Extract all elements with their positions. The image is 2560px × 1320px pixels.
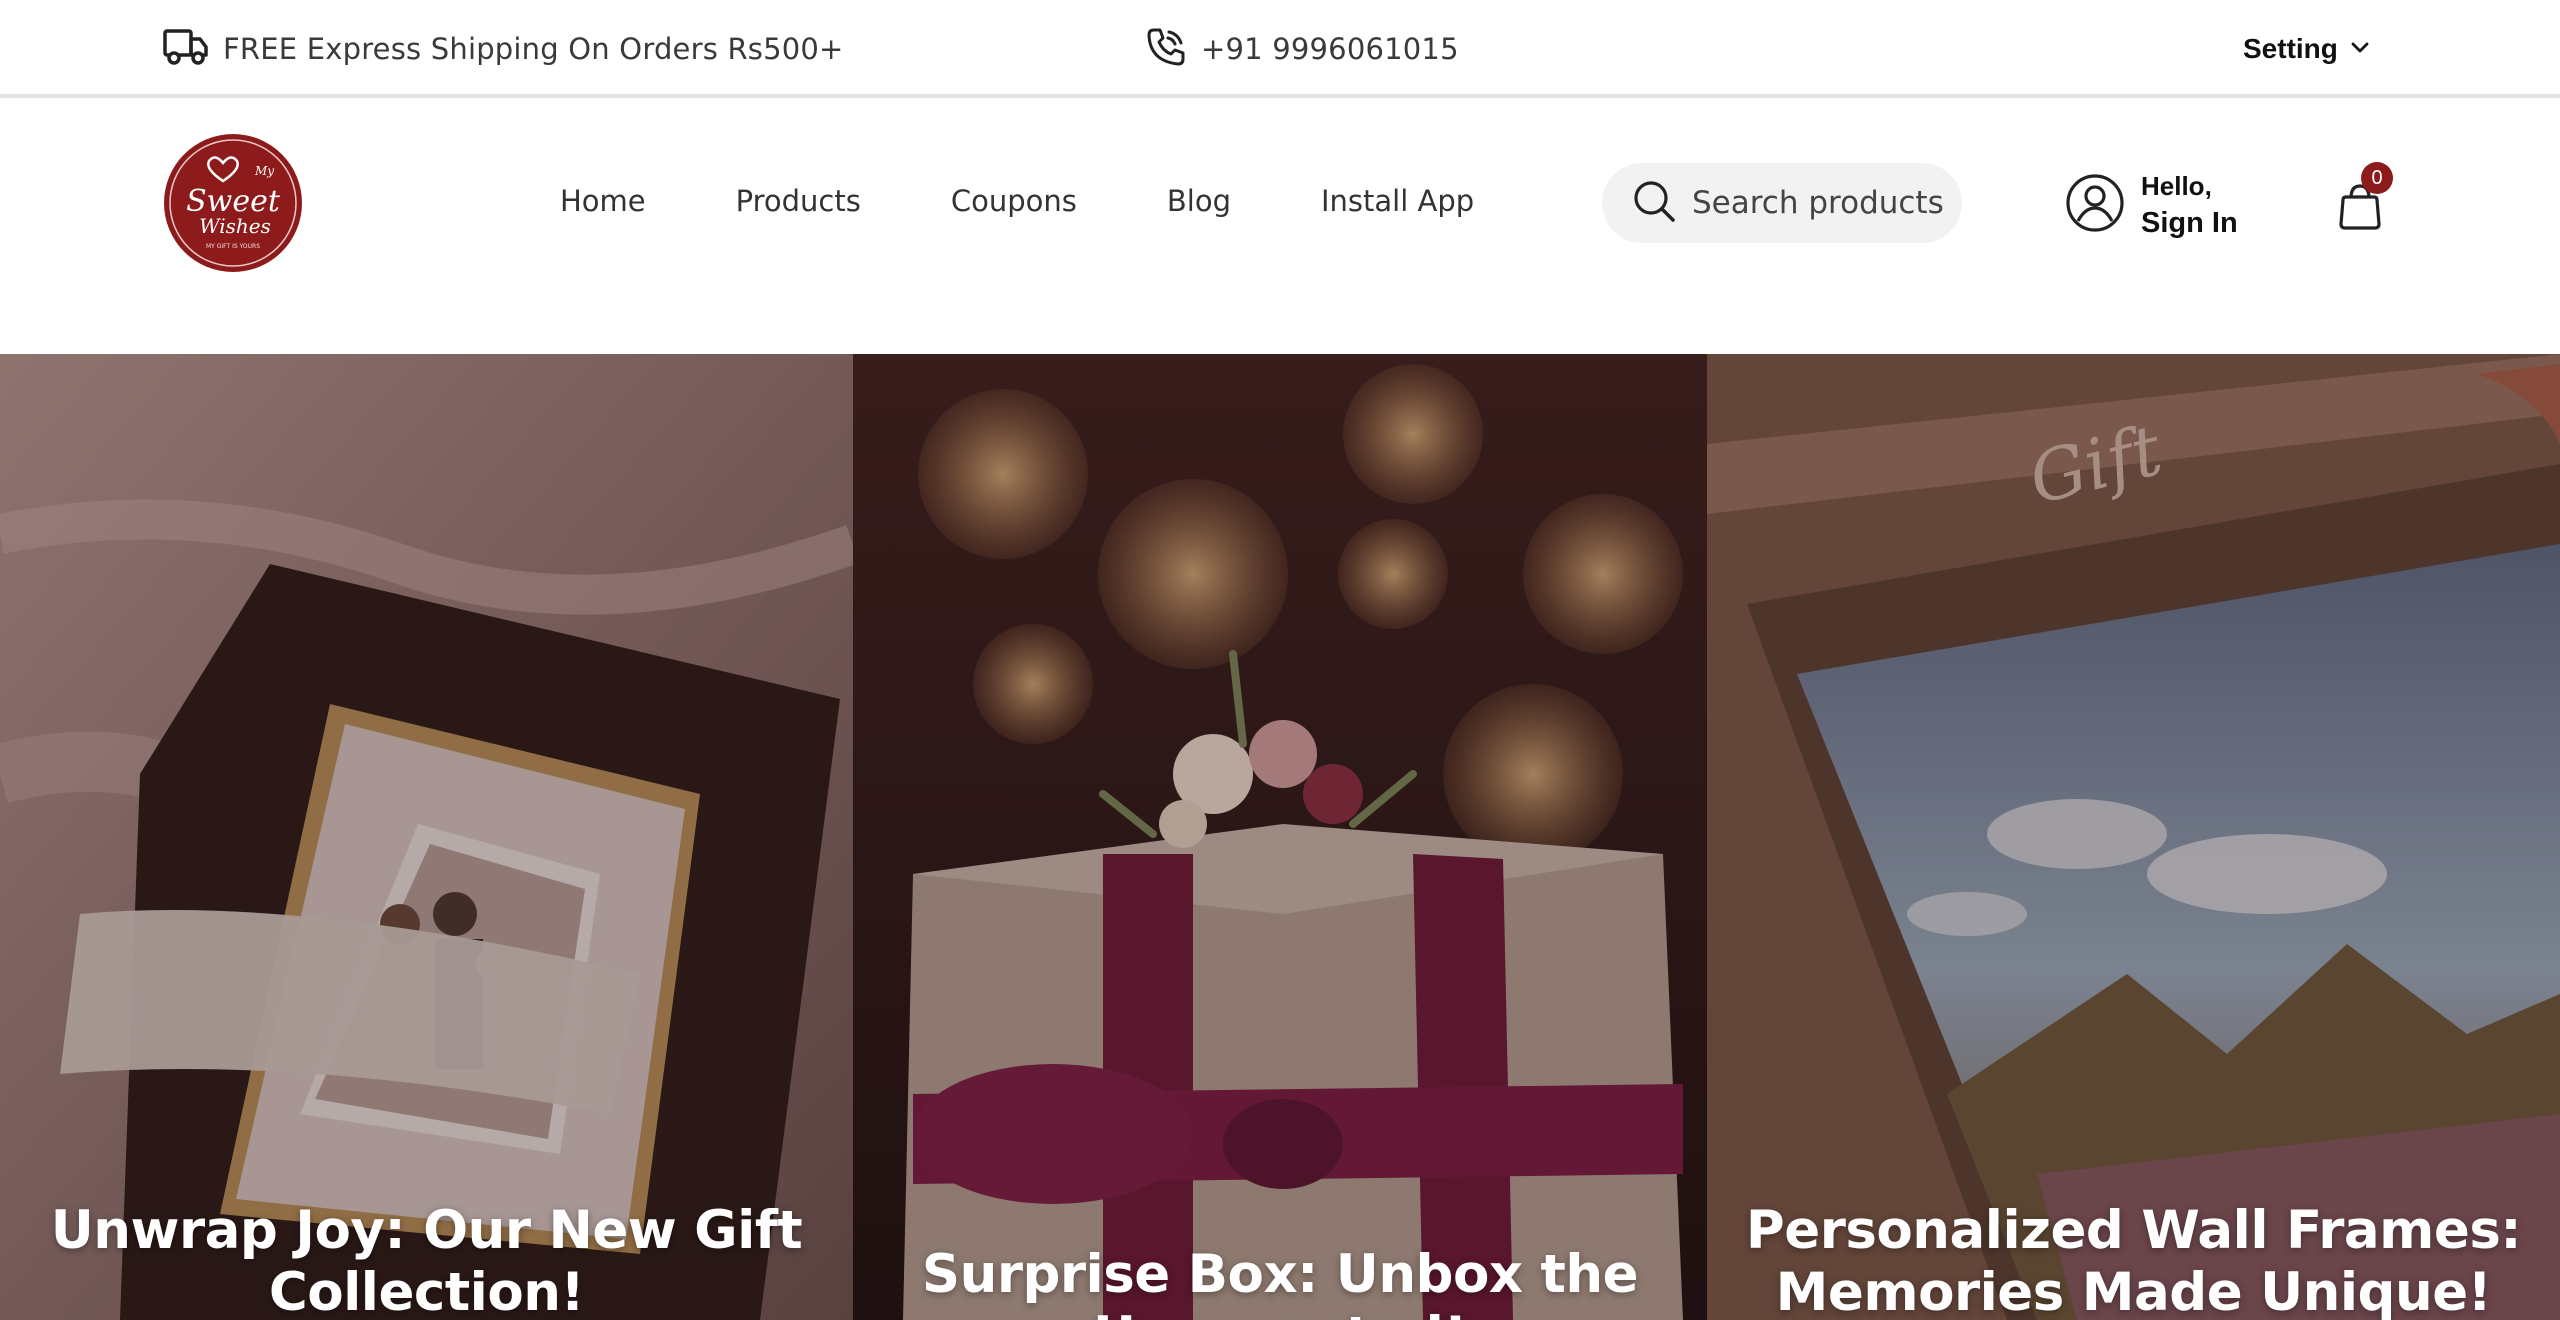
hero-slider: Unwrap Joy: Our New Gift Collection! Sur…	[0, 354, 2560, 1320]
chevron-down-icon	[2338, 40, 2370, 59]
main-header: My Sweet Wishes MY GIFT IS YOURS Home Pr…	[0, 98, 2560, 354]
svg-text:My: My	[254, 164, 274, 178]
phone-icon	[1145, 26, 1187, 72]
hero-slide-gift-collection[interactable]: Unwrap Joy: Our New Gift Collection!	[0, 354, 853, 1320]
setting-label: Setting	[2243, 33, 2338, 64]
svg-text:MY GIFT IS YOURS: MY GIFT IS YOURS	[206, 243, 260, 250]
top-bar: FREE Express Shipping On Orders Rs500+ +…	[0, 0, 2560, 98]
brand-logo[interactable]: My Sweet Wishes MY GIFT IS YOURS	[163, 133, 303, 273]
shipping-text: FREE Express Shipping On Orders Rs500+	[223, 32, 844, 66]
cart-count-badge: 0	[2361, 162, 2393, 194]
search-box[interactable]	[1602, 163, 1962, 243]
shipping-notice: FREE Express Shipping On Orders Rs500+	[163, 28, 844, 70]
nav-products[interactable]: Products	[736, 184, 861, 218]
hero-slide-title[interactable]: Surprise Box: Unbox the Unexpected!	[853, 1244, 1707, 1320]
hero-slide-title[interactable]: Personalized Wall Frames: Memories Made …	[1707, 1200, 2560, 1320]
user-icon	[2065, 173, 2125, 237]
hero-slide-title[interactable]: Unwrap Joy: Our New Gift Collection!	[0, 1200, 853, 1320]
phone-number[interactable]: +91 9996061015	[1201, 32, 1459, 66]
phone-contact[interactable]: +91 9996061015	[1145, 28, 1459, 70]
hero-slide-surprise-box[interactable]: Surprise Box: Unbox the Unexpected!	[853, 354, 1707, 1320]
cart-button[interactable]: 0	[2336, 162, 2396, 234]
search-icon[interactable]	[1602, 179, 1676, 227]
truck-icon	[163, 27, 209, 71]
sign-in-link[interactable]: Sign In	[2141, 204, 2238, 242]
nav-coupons[interactable]: Coupons	[951, 184, 1077, 218]
svg-text:Wishes: Wishes	[199, 214, 271, 238]
nav-blog[interactable]: Blog	[1167, 184, 1231, 218]
shopping-bag-icon	[2336, 184, 2384, 238]
hero-slide-wall-frames[interactable]: Gift Personalized Wall Frames: Memories …	[1707, 354, 2560, 1320]
nav-install-app[interactable]: Install App	[1321, 184, 1474, 218]
search-input[interactable]	[1690, 184, 1954, 222]
account-link[interactable]: Hello, Sign In	[2065, 168, 2238, 242]
main-nav: Home Products Coupons Blog Install App	[560, 184, 1564, 218]
nav-home[interactable]: Home	[560, 184, 646, 218]
setting-dropdown[interactable]: Setting	[2243, 28, 2370, 70]
account-greeting: Hello,	[2141, 171, 2212, 201]
